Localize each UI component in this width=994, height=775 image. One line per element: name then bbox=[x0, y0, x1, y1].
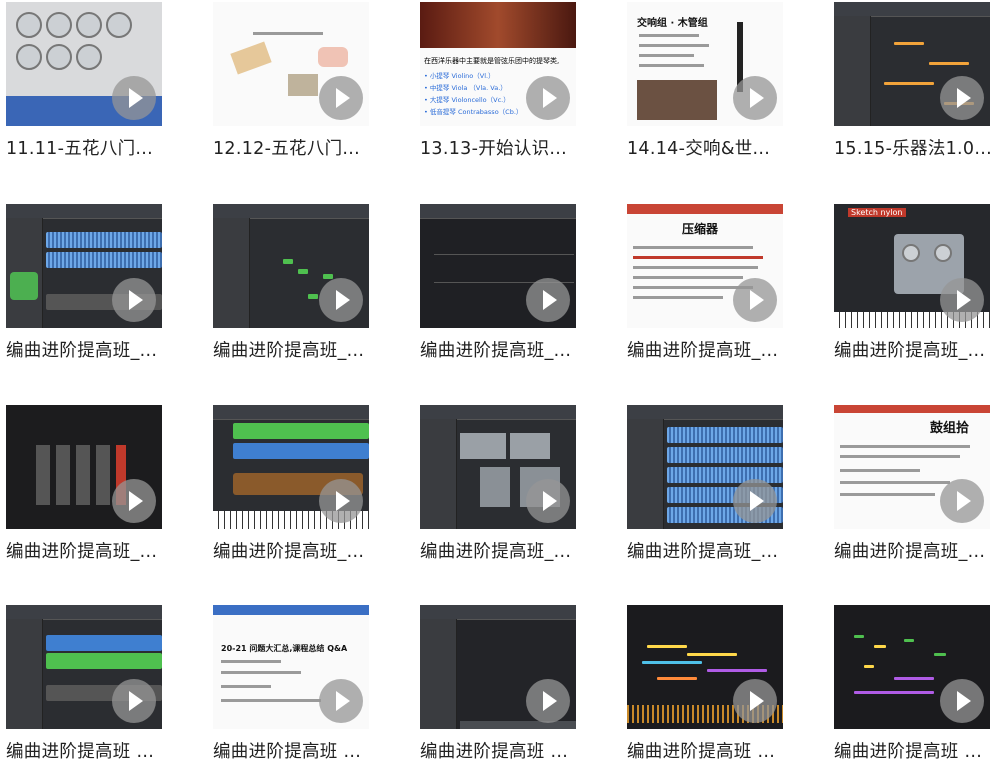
thumb-text: • 小提琴 Violino（Vl.） bbox=[424, 72, 495, 80]
video-thumbnail bbox=[6, 204, 162, 328]
play-icon[interactable] bbox=[526, 76, 570, 120]
thumb-title: 鼓组拾 bbox=[930, 421, 970, 436]
video-item[interactable]: 编曲进阶提高班_... bbox=[213, 204, 413, 374]
video-thumbnail: 压缩器 bbox=[627, 204, 783, 328]
video-thumbnail: 鼓组拾 bbox=[834, 405, 990, 529]
video-title[interactable]: 编曲进阶提高班 ... bbox=[213, 738, 413, 763]
play-icon[interactable] bbox=[940, 76, 984, 120]
video-thumbnail bbox=[627, 605, 783, 729]
play-icon[interactable] bbox=[319, 76, 363, 120]
video-title[interactable]: 编曲进阶提高班 ... bbox=[834, 738, 994, 763]
video-item[interactable]: 编曲进阶提高班 ... bbox=[6, 605, 206, 775]
video-title[interactable]: 编曲进阶提高班_... bbox=[834, 337, 994, 362]
play-icon[interactable] bbox=[526, 278, 570, 322]
video-item[interactable]: 编曲进阶提高班 ... bbox=[834, 605, 994, 775]
video-thumbnail: Sketch nylon bbox=[834, 204, 990, 328]
play-icon[interactable] bbox=[112, 278, 156, 322]
video-thumbnail: 在西洋乐器中主要就是管弦乐团中的提琴类, • 小提琴 Violino（Vl.） … bbox=[420, 2, 576, 126]
play-icon[interactable] bbox=[733, 76, 777, 120]
video-item[interactable]: 编曲进阶提高班_... bbox=[627, 405, 827, 575]
play-icon[interactable] bbox=[526, 679, 570, 723]
video-thumbnail bbox=[213, 2, 369, 126]
video-thumbnail bbox=[420, 405, 576, 529]
video-item[interactable]: 压缩器 编曲进阶提高班_... bbox=[627, 204, 827, 374]
video-item[interactable]: 编曲进阶提高班_... bbox=[420, 204, 620, 374]
play-icon[interactable] bbox=[112, 479, 156, 523]
video-item[interactable]: 编曲进阶提高班 ... bbox=[420, 605, 620, 775]
video-item[interactable]: 编曲进阶提高班_... bbox=[420, 405, 620, 575]
video-title[interactable]: 编曲进阶提高班_... bbox=[627, 538, 827, 563]
video-thumbnail bbox=[627, 405, 783, 529]
video-title[interactable]: 编曲进阶提高班_... bbox=[6, 538, 206, 563]
video-thumbnail bbox=[834, 2, 990, 126]
play-icon[interactable] bbox=[526, 479, 570, 523]
thumb-text: • 中提琴 Viola （Vla. Va.） bbox=[424, 84, 507, 92]
thumb-title: 20-21 问题大汇总,课程总结 Q&A bbox=[221, 644, 348, 653]
video-title[interactable]: 编曲进阶提高班_... bbox=[420, 337, 620, 362]
video-item[interactable]: 交响组 · 木管组 14.14-交响&世... bbox=[627, 2, 827, 172]
video-item[interactable]: 12.12-五花八门... bbox=[213, 2, 413, 172]
video-thumbnail: 20-21 问题大汇总,课程总结 Q&A bbox=[213, 605, 369, 729]
thumb-label: Sketch nylon bbox=[848, 208, 906, 217]
video-thumbnail bbox=[420, 605, 576, 729]
video-title[interactable]: 编曲进阶提高班 ... bbox=[420, 738, 620, 763]
video-item[interactable]: 20-21 问题大汇总,课程总结 Q&A 编曲进阶提高班 ... bbox=[213, 605, 413, 775]
video-thumbnail: 交响组 · 木管组 bbox=[627, 2, 783, 126]
play-icon[interactable] bbox=[319, 679, 363, 723]
video-title[interactable]: 编曲进阶提高班 ... bbox=[627, 738, 827, 763]
play-icon[interactable] bbox=[733, 679, 777, 723]
video-title[interactable]: 15.15-乐器法1.0... bbox=[834, 135, 994, 160]
thumb-text: • 低音提琴 Contrabasso（Cb.） bbox=[424, 108, 523, 116]
video-item[interactable]: 编曲进阶提高班_... bbox=[213, 405, 413, 575]
play-icon[interactable] bbox=[733, 278, 777, 322]
video-item[interactable]: 编曲进阶提高班_... bbox=[6, 405, 206, 575]
video-title[interactable]: 13.13-开始认识... bbox=[420, 135, 620, 160]
play-icon[interactable] bbox=[319, 278, 363, 322]
play-icon[interactable] bbox=[112, 679, 156, 723]
video-title[interactable]: 编曲进阶提高班 ... bbox=[6, 738, 206, 763]
video-thumbnail bbox=[6, 2, 162, 126]
video-item[interactable]: 15.15-乐器法1.0... bbox=[834, 2, 994, 172]
video-grid: 11.11-五花八门... 12.12-五花八门... 在西洋乐器中主要就是管弦… bbox=[0, 0, 994, 762]
video-item[interactable]: Sketch nylon 编曲进阶提高班_... bbox=[834, 204, 994, 374]
video-thumbnail bbox=[213, 204, 369, 328]
play-icon[interactable] bbox=[112, 76, 156, 120]
play-icon[interactable] bbox=[319, 479, 363, 523]
video-title[interactable]: 编曲进阶提高班_... bbox=[834, 538, 994, 563]
play-icon[interactable] bbox=[940, 479, 984, 523]
video-title[interactable]: 编曲进阶提高班_... bbox=[213, 337, 413, 362]
thumb-title: 压缩器 bbox=[682, 222, 719, 236]
video-item[interactable]: 11.11-五花八门... bbox=[6, 2, 206, 172]
video-title[interactable]: 编曲进阶提高班_... bbox=[420, 538, 620, 563]
video-item[interactable]: 编曲进阶提高班 ... bbox=[627, 605, 827, 775]
video-title[interactable]: 11.11-五花八门... bbox=[6, 135, 206, 160]
play-icon[interactable] bbox=[733, 479, 777, 523]
play-icon[interactable] bbox=[940, 278, 984, 322]
video-thumbnail bbox=[420, 204, 576, 328]
video-item[interactable]: 鼓组拾 编曲进阶提高班_... bbox=[834, 405, 994, 575]
thumb-text: • 大提琴 Violoncello（Vc.） bbox=[424, 96, 510, 104]
video-title[interactable]: 编曲进阶提高班_... bbox=[6, 337, 206, 362]
video-item[interactable]: 编曲进阶提高班_... bbox=[6, 204, 206, 374]
video-title[interactable]: 14.14-交响&世... bbox=[627, 135, 827, 160]
video-thumbnail bbox=[834, 605, 990, 729]
video-title[interactable]: 编曲进阶提高班_... bbox=[627, 337, 827, 362]
thumb-text: 在西洋乐器中主要就是管弦乐团中的提琴类, bbox=[424, 57, 560, 65]
video-thumbnail bbox=[6, 405, 162, 529]
video-title[interactable]: 编曲进阶提高班_... bbox=[213, 538, 413, 563]
video-thumbnail bbox=[6, 605, 162, 729]
video-item[interactable]: 在西洋乐器中主要就是管弦乐团中的提琴类, • 小提琴 Violino（Vl.） … bbox=[420, 2, 620, 172]
video-thumbnail bbox=[213, 405, 369, 529]
thumb-title: 交响组 · 木管组 bbox=[637, 18, 708, 29]
play-icon[interactable] bbox=[940, 679, 984, 723]
video-title[interactable]: 12.12-五花八门... bbox=[213, 135, 413, 160]
